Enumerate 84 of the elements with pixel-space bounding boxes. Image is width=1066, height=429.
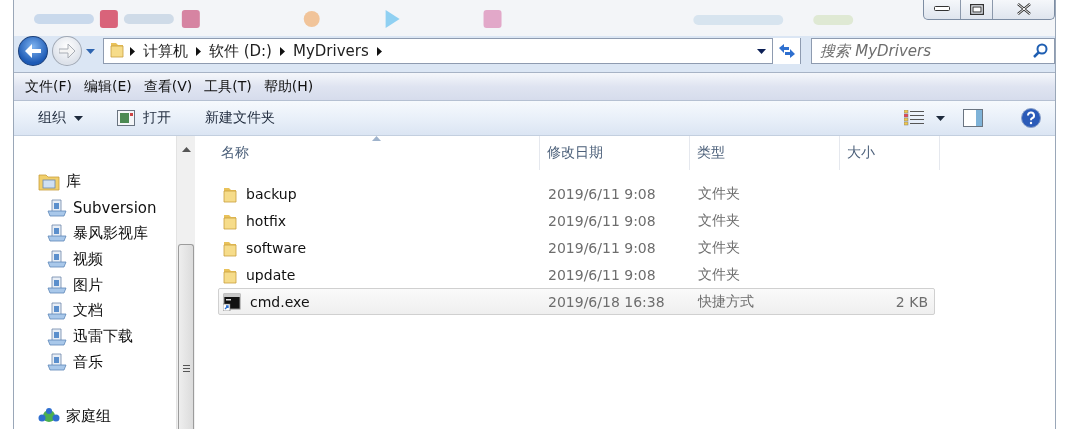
column-header[interactable]: 类型 [690,136,840,170]
dropdown-caret-icon [757,48,767,54]
menu-item[interactable]: 帮助(H) [258,74,319,99]
file-type: 快捷方式 [698,292,754,311]
library-item-icon [47,327,67,346]
menu-item[interactable]: 查看(V) [138,74,198,99]
file-name: hotfix [246,212,287,229]
details-view-icon [904,110,924,126]
file-row[interactable]: update 2019/6/11 9:08 文件夹 [218,261,935,288]
caret-icon [936,115,945,121]
library-item-icon [47,353,67,372]
window-icon [117,110,135,126]
history-caret-icon [85,48,95,54]
sidebar-item[interactable]: Subversion [14,194,176,221]
toolbar-button[interactable]: 新建文件夹 [197,105,283,131]
file-name: backup [246,185,297,202]
refresh-icon [777,43,796,59]
preview-pane-icon [963,109,983,127]
chevron-icon [279,46,285,56]
library-item-icon [47,276,67,294]
file-name: software [246,239,307,256]
library-item-icon [47,250,67,269]
menu-item[interactable]: 文件(F) [20,74,77,99]
close-icon [1016,3,1031,15]
file-row[interactable]: cmd.exe 2019/6/18 16:38 快捷方式 2 KB [218,288,935,315]
folder-icon [109,40,124,58]
chevron-icon [129,46,135,56]
search-icon [1033,43,1048,58]
preview-pane-button[interactable] [963,109,983,127]
modified-date: 2019/6/11 9:08 [548,239,656,256]
file-row[interactable]: backup 2019/6/11 9:08 文件夹 [218,180,935,207]
menu-item[interactable]: 工具(T) [199,74,257,99]
file-type: 文件夹 [698,184,740,203]
file-type: 文件夹 [698,265,740,284]
file-type: 文件夹 [698,211,740,230]
help-button[interactable] [1021,108,1041,128]
caret-icon [74,115,83,121]
scroll-thumb[interactable] [178,244,194,429]
address-bar[interactable]: 计算机 软件 (D:) MyDrivers [102,38,802,64]
breadcrumb-item[interactable]: 软件 (D:) [200,41,280,61]
library-item-icon [47,198,67,217]
help-icon [1021,108,1041,128]
minimize-icon [934,6,950,12]
modified-date: 2019/6/18 16:38 [548,293,665,310]
search-field[interactable]: 搜索 MyDrivers [811,38,1055,64]
file-type: 文件夹 [698,238,740,257]
breadcrumb-item[interactable]: MyDrivers [284,42,377,60]
chevron-icon [376,46,382,56]
breadcrumb-item[interactable]: 计算机 [134,41,196,61]
scroll-up-icon [181,147,191,152]
file-name: update [246,266,296,283]
toolbar-button[interactable]: 打开 [109,105,179,131]
sidebar-item[interactable]: 迅雷下载 [14,323,176,350]
back-button[interactable] [18,36,48,66]
library-icon [38,172,60,191]
view-options-button[interactable] [904,110,945,126]
file-row[interactable]: software 2019/6/11 9:08 文件夹 [218,234,935,261]
sidebar-item[interactable]: 视频 [14,246,176,273]
library-item-icon [47,301,67,320]
file-name: cmd.exe [250,293,310,310]
toolbar-button[interactable]: 组织 [30,105,91,131]
chevron-icon [195,46,201,56]
grip-icon [182,365,190,372]
sidebar-item[interactable]: 音乐 [14,349,176,376]
library-item-icon [47,224,67,243]
scrollbar[interactable] [176,136,195,429]
column-header[interactable]: 大小 [840,136,940,170]
sidebar-item[interactable]: 库 [14,169,176,195]
modified-date: 2019/6/11 9:08 [548,212,656,229]
sidebar-item[interactable]: 家庭组 [14,403,176,429]
sidebar-item[interactable]: 暴风影视库 [14,220,176,247]
forward-arrow-icon [58,44,75,58]
column-header[interactable]: 修改日期 [540,136,690,170]
sidebar-item[interactable]: 图片 [14,272,176,298]
refresh-button[interactable] [772,38,801,64]
menu-item[interactable]: 编辑(E) [79,74,137,99]
file-size: 2 KB [895,293,928,310]
modified-date: 2019/6/11 9:08 [548,266,656,283]
file-row[interactable]: hotfix 2019/6/11 9:08 文件夹 [218,207,935,234]
modified-date: 2019/6/11 9:08 [548,185,656,202]
sidebar-item[interactable]: 文档 [14,297,176,324]
maximize-icon [969,3,984,15]
shortcut-icon [223,292,241,311]
back-arrow-icon [24,44,41,58]
